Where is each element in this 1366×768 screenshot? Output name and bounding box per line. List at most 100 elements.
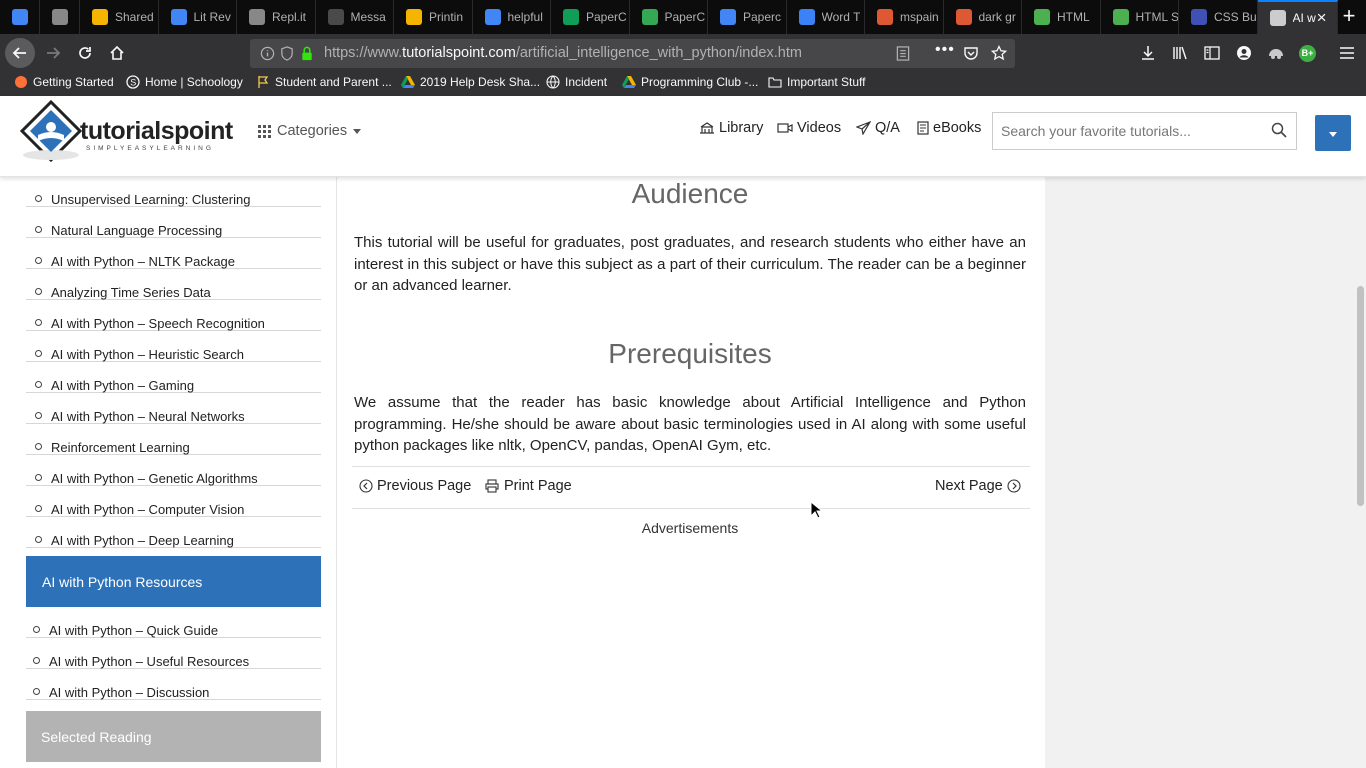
sidebar-link[interactable]: AI with Python – Genetic Algorithms bbox=[26, 455, 321, 486]
home-icon bbox=[110, 45, 124, 60]
circle-arrow-right-icon bbox=[1007, 479, 1021, 493]
tutorialspoint-logo[interactable]: tutorialspoint SIMPLYEASYLEARNING bbox=[18, 100, 233, 162]
search-input[interactable] bbox=[999, 122, 1263, 140]
bookmark-item[interactable]: Incident bbox=[546, 75, 607, 89]
browser-tab[interactable]: HTML S bbox=[1101, 0, 1179, 34]
sidebar-toggle-icon[interactable] bbox=[1204, 45, 1220, 61]
browser-tab[interactable]: HTML bbox=[1022, 0, 1101, 34]
browser-tab[interactable]: CSS Bu bbox=[1179, 0, 1258, 34]
browser-tab[interactable]: Word T bbox=[787, 0, 865, 34]
nav-ebooks[interactable]: eBooks bbox=[917, 120, 981, 136]
sidebar-link[interactable]: Reinforcement Learning bbox=[26, 424, 321, 455]
bookmark-label: Getting Started bbox=[33, 75, 114, 89]
forward-arrow-icon bbox=[47, 47, 61, 59]
replit-icon bbox=[249, 9, 265, 25]
address-bar[interactable]: https://www.tutorialspoint.com/artificia… bbox=[250, 39, 1015, 68]
sidebar-link[interactable]: AI with Python – NLTK Package bbox=[26, 238, 321, 269]
close-tab-icon[interactable]: × bbox=[1317, 8, 1327, 28]
bookmark-star-icon[interactable] bbox=[991, 45, 1007, 61]
sidebar-link-label: Reinforcement Learning bbox=[51, 440, 190, 455]
bookmark-item[interactable]: S Home | Schoology bbox=[126, 75, 243, 89]
resources-heading-label: AI with Python Resources bbox=[42, 574, 203, 590]
paper-plane-icon bbox=[856, 121, 871, 135]
sidebar-link[interactable]: AI with Python – Speech Recognition bbox=[26, 300, 321, 331]
resources-heading[interactable]: AI with Python Resources bbox=[26, 556, 321, 607]
browser-tab[interactable]: dark gr bbox=[944, 0, 1022, 34]
categories-menu[interactable]: Categories bbox=[258, 123, 362, 139]
sidebar-link[interactable]: AI with Python – Discussion bbox=[26, 669, 321, 700]
back-button[interactable] bbox=[5, 38, 35, 68]
bookmark-item[interactable]: Programming Club -... bbox=[622, 75, 758, 89]
selected-reading-label: Selected Reading bbox=[41, 729, 152, 745]
account-icon[interactable] bbox=[1236, 45, 1252, 61]
w3-icon bbox=[1034, 9, 1050, 25]
selected-reading-heading: Selected Reading bbox=[26, 711, 321, 762]
browser-tab[interactable]: mspain bbox=[865, 0, 944, 34]
browser-tab[interactable]: Shared bbox=[80, 0, 159, 34]
browser-tab-title: AI w bbox=[1292, 11, 1316, 25]
bullet-icon bbox=[35, 226, 42, 233]
print-page-link[interactable]: Print Page bbox=[485, 478, 572, 494]
browser-tab[interactable]: AI w × bbox=[1257, 0, 1338, 34]
bookmark-item[interactable]: Important Stuff bbox=[768, 75, 866, 89]
browser-tab[interactable]: helpful bbox=[473, 0, 551, 34]
sidebar-link[interactable]: AI with Python – Neural Networks bbox=[26, 393, 321, 424]
header-dropdown-button[interactable] bbox=[1315, 115, 1351, 151]
browser-tab[interactable]: PaperC bbox=[630, 0, 708, 34]
new-tab-button[interactable]: + bbox=[1336, 4, 1362, 30]
sidebar-link[interactable]: AI with Python – Computer Vision bbox=[26, 486, 321, 517]
bookmark-label: Home | Schoology bbox=[145, 75, 243, 89]
globe-icon bbox=[546, 75, 560, 89]
reader-view-icon[interactable] bbox=[896, 46, 910, 61]
bullet-icon bbox=[35, 195, 42, 202]
pocket-icon[interactable] bbox=[963, 45, 979, 61]
bookmark-item[interactable]: Getting Started bbox=[14, 75, 114, 89]
browser-tab[interactable]: Printin bbox=[394, 0, 473, 34]
browser-tab[interactable]: Repl.it bbox=[237, 0, 316, 34]
sidebar-link[interactable]: AI with Python – Quick Guide bbox=[26, 607, 321, 638]
browser-tab[interactable] bbox=[0, 0, 40, 34]
sidebar-link[interactable]: Unsupervised Learning: Clustering bbox=[26, 176, 321, 207]
next-page-link[interactable]: Next Page bbox=[935, 478, 1021, 494]
sidebar-link[interactable]: Analyzing Time Series Data bbox=[26, 269, 321, 300]
bplus-extension-icon[interactable]: B+ bbox=[1299, 45, 1316, 62]
browser-tab-title: helpful bbox=[507, 10, 543, 24]
browser-tab-title: mspain bbox=[900, 10, 939, 24]
browser-tab[interactable]: Messa bbox=[316, 0, 394, 34]
nav-library[interactable]: Library bbox=[699, 120, 763, 136]
reload-button[interactable] bbox=[70, 38, 100, 68]
browser-tab[interactable]: Paperc bbox=[708, 0, 787, 34]
bookmark-item[interactable]: 2019 Help Desk Sha... bbox=[401, 75, 540, 89]
bookmark-item[interactable]: Student and Parent ... bbox=[256, 75, 392, 89]
info-icon[interactable] bbox=[260, 46, 275, 61]
browser-tab-title: PaperC bbox=[586, 10, 627, 24]
downloads-icon[interactable] bbox=[1140, 45, 1156, 61]
sidebar-link[interactable]: Natural Language Processing bbox=[26, 207, 321, 238]
tutorialspoint-icon bbox=[1269, 10, 1286, 26]
nav-videos[interactable]: Videos bbox=[777, 120, 841, 136]
browser-tab[interactable] bbox=[40, 0, 80, 34]
sidebar-link-label: AI with Python – Neural Networks bbox=[51, 409, 245, 424]
previous-page-link[interactable]: Previous Page bbox=[359, 478, 471, 494]
home-button[interactable] bbox=[102, 38, 132, 68]
sidebar-link[interactable]: AI with Python – Useful Resources bbox=[26, 638, 321, 669]
page-scrollbar-thumb[interactable] bbox=[1357, 286, 1364, 506]
lock-icon[interactable] bbox=[301, 46, 313, 61]
bookmark-label: Important Stuff bbox=[787, 75, 866, 89]
gear-icon bbox=[798, 9, 815, 25]
library-toolbar-icon[interactable] bbox=[1172, 45, 1189, 61]
browser-tab[interactable]: Lit Rev bbox=[159, 0, 237, 34]
page-actions-icon[interactable]: ••• bbox=[935, 41, 955, 59]
forward-button[interactable] bbox=[38, 38, 68, 68]
browser-tab[interactable]: PaperC bbox=[551, 0, 630, 34]
sidebar-link[interactable]: AI with Python – Deep Learning bbox=[26, 517, 321, 548]
sidebar-link[interactable]: AI with Python – Gaming bbox=[26, 362, 321, 393]
extension-icon[interactable] bbox=[1267, 45, 1285, 61]
bullet-icon bbox=[35, 474, 42, 481]
sidebar-link[interactable]: AI with Python – Heuristic Search bbox=[26, 331, 321, 362]
tracking-shield-icon[interactable] bbox=[280, 46, 294, 61]
hamburger-menu-icon[interactable] bbox=[1339, 46, 1355, 60]
nav-qa[interactable]: Q/A bbox=[856, 120, 900, 136]
site-header: tutorialspoint SIMPLYEASYLEARNING Catego… bbox=[0, 96, 1366, 177]
search-icon[interactable] bbox=[1271, 122, 1287, 138]
